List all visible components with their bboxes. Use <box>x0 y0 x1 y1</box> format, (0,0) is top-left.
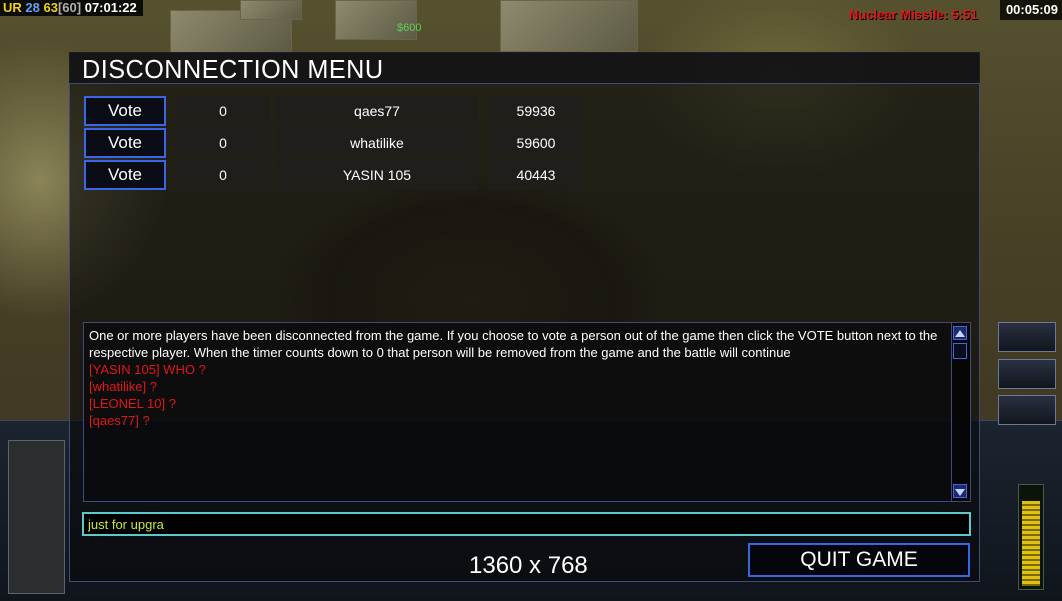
money-float: $600 <box>397 22 422 34</box>
message-log[interactable]: One or more players have been disconnect… <box>83 322 971 502</box>
hud-clock: 07:01:22 <box>84 0 137 15</box>
vote-count: 0 <box>176 160 270 190</box>
minimap[interactable] <box>8 440 65 594</box>
resolution-label: 1360 x 768 <box>469 552 588 579</box>
game-time: 00:05:09 <box>999 0 1062 20</box>
scroll-thumb[interactable] <box>953 343 967 359</box>
player-name: YASIN 105 <box>276 160 478 190</box>
hud-num2: 63 <box>43 0 58 15</box>
map-building <box>500 0 638 52</box>
chat-message: [whatilike] ? <box>89 379 157 394</box>
chat-message: [YASIN 105] WHO ? <box>89 362 206 377</box>
message-list: One or more players have been disconnect… <box>89 327 949 429</box>
vote-count: 0 <box>176 96 270 126</box>
system-message: One or more players have been disconnect… <box>89 328 938 360</box>
scroll-up-button[interactable] <box>953 326 967 340</box>
chat-message: [qaes77] ? <box>89 413 150 428</box>
player-ping: 59600 <box>488 128 584 158</box>
panel-title-bar: DISCONNECTION MENU <box>69 52 980 84</box>
hud-num3: [60] <box>57 0 82 15</box>
chat-message: [LEONEL 10] ? <box>89 396 176 411</box>
player-name: qaes77 <box>276 96 478 126</box>
scroll-down-button[interactable] <box>953 484 967 498</box>
vote-count: 0 <box>176 128 270 158</box>
hud-ur: UR <box>3 0 22 15</box>
power-meter <box>1018 484 1044 590</box>
chat-input[interactable] <box>82 512 971 536</box>
satellite-scan-icon[interactable] <box>998 322 1056 352</box>
vote-button[interactable]: Vote <box>84 160 166 190</box>
page-title: DISCONNECTION MENU <box>82 54 384 84</box>
satellite-icon[interactable] <box>998 359 1056 389</box>
player-ping: 40443 <box>488 160 584 190</box>
drone-icon[interactable] <box>998 395 1056 425</box>
player-row: Vote 0 YASIN 105 40443 <box>84 160 584 190</box>
arrow-down-icon <box>955 489 965 496</box>
map-building <box>335 0 417 40</box>
player-row: Vote 0 qaes77 59936 <box>84 96 584 126</box>
player-ping: 59936 <box>488 96 584 126</box>
hud-resources: UR 28 63[60] 07:01:22 <box>0 0 143 16</box>
scrollbar[interactable] <box>951 323 970 501</box>
player-row: Vote 0 whatilike 59600 <box>84 128 584 158</box>
player-name: whatilike <box>276 128 478 158</box>
hud-num1: 28 <box>25 0 40 15</box>
arrow-up-icon <box>955 330 965 337</box>
vote-button[interactable]: Vote <box>84 128 166 158</box>
quit-game-button[interactable]: QUIT GAME <box>748 543 970 577</box>
power-level-fill <box>1022 501 1040 586</box>
map-building <box>240 0 302 20</box>
nuclear-missile-timer: Nuclear Missile: 5:51 <box>849 7 978 22</box>
vote-button[interactable]: Vote <box>84 96 166 126</box>
